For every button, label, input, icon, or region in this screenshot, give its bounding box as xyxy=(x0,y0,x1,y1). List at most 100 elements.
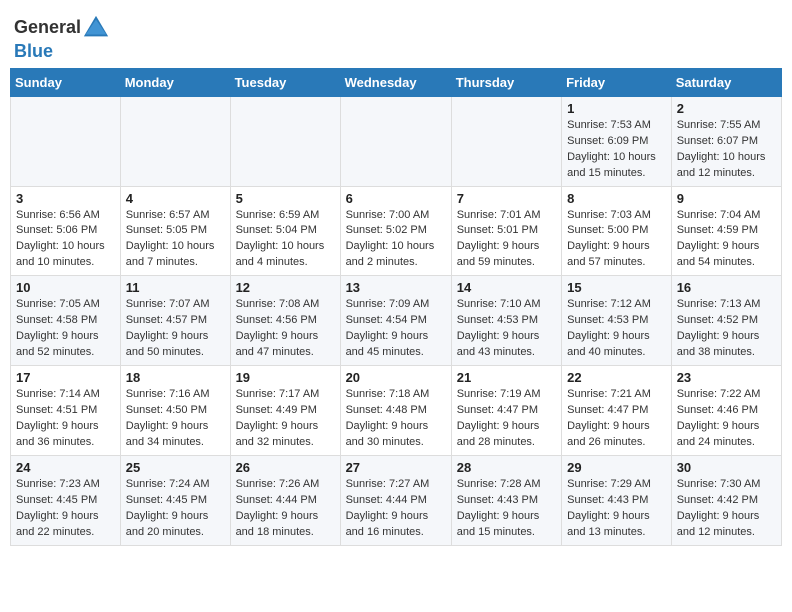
calendar-cell xyxy=(230,96,340,186)
day-info: Sunrise: 7:13 AMSunset: 4:52 PMDaylight:… xyxy=(677,297,776,361)
day-info: Sunrise: 7:07 AMSunset: 4:57 PMDaylight:… xyxy=(126,297,225,361)
day-number: 17 xyxy=(16,370,115,385)
calendar-cell: 16 Sunrise: 7:13 AMSunset: 4:52 PMDayligh… xyxy=(671,276,781,366)
calendar-cell: 27 Sunrise: 7:27 AMSunset: 4:44 PMDayligh… xyxy=(340,455,451,545)
weekday-header-tuesday: Tuesday xyxy=(230,68,340,96)
day-info: Sunrise: 6:59 AMSunset: 5:04 PMDaylight:… xyxy=(236,208,335,272)
day-info: Sunrise: 7:16 AMSunset: 4:50 PMDaylight:… xyxy=(126,387,225,451)
logo-blue: Blue xyxy=(14,41,53,61)
day-number: 28 xyxy=(457,460,556,475)
day-number: 30 xyxy=(677,460,776,475)
calendar-cell: 25 Sunrise: 7:24 AMSunset: 4:45 PMDayligh… xyxy=(120,455,230,545)
calendar-cell: 20Sunrise: 7:18 AMSunset: 4:48 PMDayligh… xyxy=(340,366,451,456)
day-info: Sunrise: 7:04 AMSunset: 4:59 PMDaylight:… xyxy=(677,208,776,272)
calendar-cell: 29Sunrise: 7:29 AMSunset: 4:43 PMDayligh… xyxy=(562,455,672,545)
day-number: 27 xyxy=(346,460,446,475)
day-number: 15 xyxy=(567,280,666,295)
day-number: 20 xyxy=(346,370,446,385)
weekday-header-wednesday: Wednesday xyxy=(340,68,451,96)
day-info: Sunrise: 7:55 AMSunset: 6:07 PMDaylight:… xyxy=(677,118,776,182)
day-info: Sunrise: 7:05 AMSunset: 4:58 PMDaylight:… xyxy=(16,297,115,361)
day-info: Sunrise: 7:22 AMSunset: 4:46 PMDaylight:… xyxy=(677,387,776,451)
calendar-cell: 6 Sunrise: 7:00 AMSunset: 5:02 PMDaylight… xyxy=(340,186,451,276)
day-number: 18 xyxy=(126,370,225,385)
calendar-cell: 3 Sunrise: 6:56 AMSunset: 5:06 PMDaylight… xyxy=(11,186,121,276)
day-info: Sunrise: 7:30 AMSunset: 4:42 PMDaylight:… xyxy=(677,477,776,541)
day-number: 16 xyxy=(677,280,776,295)
calendar-week-2: 3 Sunrise: 6:56 AMSunset: 5:06 PMDaylight… xyxy=(11,186,782,276)
calendar-cell: 4Sunrise: 6:57 AMSunset: 5:05 PMDaylight… xyxy=(120,186,230,276)
calendar-cell: 26 Sunrise: 7:26 AMSunset: 4:44 PMDayligh… xyxy=(230,455,340,545)
weekday-header-thursday: Thursday xyxy=(451,68,561,96)
day-number: 23 xyxy=(677,370,776,385)
day-number: 13 xyxy=(346,280,446,295)
day-info: Sunrise: 7:23 AMSunset: 4:45 PMDaylight:… xyxy=(16,477,115,541)
calendar-week-5: 24 Sunrise: 7:23 AMSunset: 4:45 PMDayligh… xyxy=(11,455,782,545)
calendar-week-1: 1Sunrise: 7:53 AMSunset: 6:09 PMDaylight… xyxy=(11,96,782,186)
day-info: Sunrise: 7:10 AMSunset: 4:53 PMDaylight:… xyxy=(457,297,556,361)
day-info: Sunrise: 7:00 AMSunset: 5:02 PMDaylight:… xyxy=(346,208,446,272)
calendar-cell xyxy=(340,96,451,186)
weekday-header-saturday: Saturday xyxy=(671,68,781,96)
day-number: 22 xyxy=(567,370,666,385)
calendar-cell: 11 Sunrise: 7:07 AMSunset: 4:57 PMDayligh… xyxy=(120,276,230,366)
calendar-table: SundayMondayTuesdayWednesdayThursdayFrid… xyxy=(10,68,782,546)
day-number: 7 xyxy=(457,191,556,206)
calendar-week-3: 10 Sunrise: 7:05 AMSunset: 4:58 PMDayligh… xyxy=(11,276,782,366)
day-number: 14 xyxy=(457,280,556,295)
day-info: Sunrise: 7:03 AMSunset: 5:00 PMDaylight:… xyxy=(567,208,666,272)
day-number: 19 xyxy=(236,370,335,385)
day-number: 5 xyxy=(236,191,335,206)
day-number: 21 xyxy=(457,370,556,385)
calendar-cell: 2Sunrise: 7:55 AMSunset: 6:07 PMDaylight… xyxy=(671,96,781,186)
calendar-week-4: 17Sunrise: 7:14 AMSunset: 4:51 PMDayligh… xyxy=(11,366,782,456)
calendar-cell: 8 Sunrise: 7:03 AMSunset: 5:00 PMDaylight… xyxy=(562,186,672,276)
day-info: Sunrise: 7:24 AMSunset: 4:45 PMDaylight:… xyxy=(126,477,225,541)
page-header: General Blue xyxy=(10,10,782,62)
day-number: 24 xyxy=(16,460,115,475)
day-number: 4 xyxy=(126,191,225,206)
day-info: Sunrise: 7:08 AMSunset: 4:56 PMDaylight:… xyxy=(236,297,335,361)
day-info: Sunrise: 7:12 AMSunset: 4:53 PMDaylight:… xyxy=(567,297,666,361)
day-number: 29 xyxy=(567,460,666,475)
day-info: Sunrise: 7:19 AMSunset: 4:47 PMDaylight:… xyxy=(457,387,556,451)
weekday-header-sunday: Sunday xyxy=(11,68,121,96)
calendar-cell: 12 Sunrise: 7:08 AMSunset: 4:56 PMDayligh… xyxy=(230,276,340,366)
calendar-cell: 24 Sunrise: 7:23 AMSunset: 4:45 PMDayligh… xyxy=(11,455,121,545)
calendar-cell: 28 Sunrise: 7:28 AMSunset: 4:43 PMDayligh… xyxy=(451,455,561,545)
day-info: Sunrise: 7:09 AMSunset: 4:54 PMDaylight:… xyxy=(346,297,446,361)
day-number: 26 xyxy=(236,460,335,475)
logo-general: General xyxy=(14,17,81,37)
day-number: 11 xyxy=(126,280,225,295)
day-info: Sunrise: 7:17 AMSunset: 4:49 PMDaylight:… xyxy=(236,387,335,451)
day-number: 6 xyxy=(346,191,446,206)
calendar-cell: 21 Sunrise: 7:19 AMSunset: 4:47 PMDayligh… xyxy=(451,366,561,456)
calendar-cell: 13 Sunrise: 7:09 AMSunset: 4:54 PMDayligh… xyxy=(340,276,451,366)
calendar-cell: 1Sunrise: 7:53 AMSunset: 6:09 PMDaylight… xyxy=(562,96,672,186)
day-info: Sunrise: 7:28 AMSunset: 4:43 PMDaylight:… xyxy=(457,477,556,541)
day-number: 12 xyxy=(236,280,335,295)
calendar-header-row: SundayMondayTuesdayWednesdayThursdayFrid… xyxy=(11,68,782,96)
calendar-cell: 23 Sunrise: 7:22 AMSunset: 4:46 PMDayligh… xyxy=(671,366,781,456)
day-info: Sunrise: 6:56 AMSunset: 5:06 PMDaylight:… xyxy=(16,208,115,272)
calendar-cell: 14 Sunrise: 7:10 AMSunset: 4:53 PMDayligh… xyxy=(451,276,561,366)
day-number: 1 xyxy=(567,101,666,116)
calendar-cell: 9 Sunrise: 7:04 AMSunset: 4:59 PMDaylight… xyxy=(671,186,781,276)
day-number: 9 xyxy=(677,191,776,206)
calendar-cell xyxy=(11,96,121,186)
day-number: 3 xyxy=(16,191,115,206)
day-number: 10 xyxy=(16,280,115,295)
calendar-cell: 18 Sunrise: 7:16 AMSunset: 4:50 PMDayligh… xyxy=(120,366,230,456)
day-number: 8 xyxy=(567,191,666,206)
calendar-cell: 22 Sunrise: 7:21 AMSunset: 4:47 PMDayligh… xyxy=(562,366,672,456)
weekday-header-monday: Monday xyxy=(120,68,230,96)
day-info: Sunrise: 7:27 AMSunset: 4:44 PMDaylight:… xyxy=(346,477,446,541)
logo-icon xyxy=(82,14,110,42)
day-number: 25 xyxy=(126,460,225,475)
weekday-header-friday: Friday xyxy=(562,68,672,96)
calendar-cell: 17Sunrise: 7:14 AMSunset: 4:51 PMDayligh… xyxy=(11,366,121,456)
day-info: Sunrise: 7:21 AMSunset: 4:47 PMDaylight:… xyxy=(567,387,666,451)
calendar-cell: 10 Sunrise: 7:05 AMSunset: 4:58 PMDayligh… xyxy=(11,276,121,366)
calendar-cell: 30 Sunrise: 7:30 AMSunset: 4:42 PMDayligh… xyxy=(671,455,781,545)
day-info: Sunrise: 7:26 AMSunset: 4:44 PMDaylight:… xyxy=(236,477,335,541)
